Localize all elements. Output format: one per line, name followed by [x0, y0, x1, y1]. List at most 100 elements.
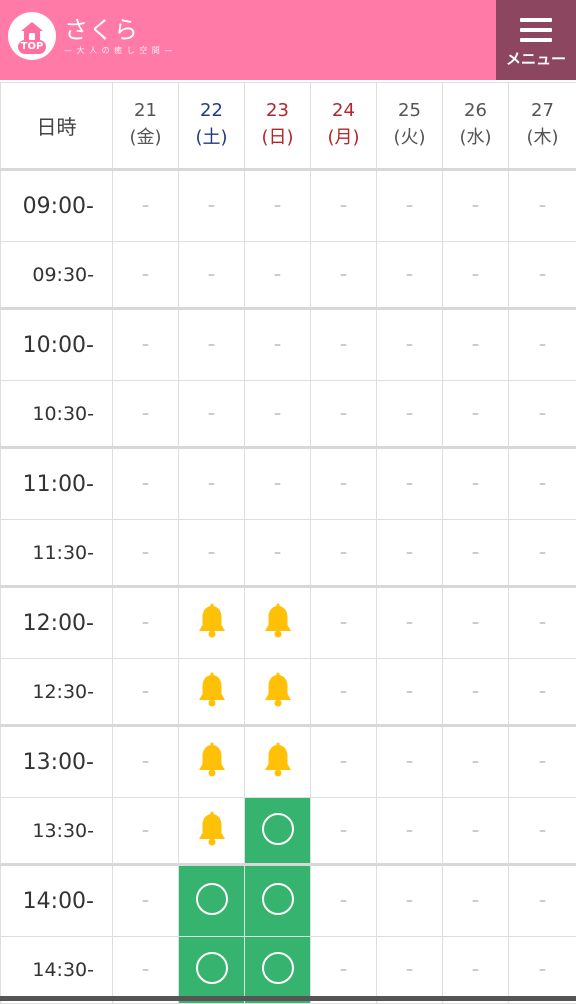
slot-bell[interactable] [179, 798, 245, 865]
day-number: 27 [509, 99, 576, 123]
day-number: 23 [245, 99, 310, 123]
slot-unavailable: – [509, 170, 576, 242]
day-number: 24 [311, 99, 376, 123]
slot-unavailable: – [509, 798, 576, 865]
slot-unavailable: – [443, 381, 509, 448]
slot-unavailable: – [311, 242, 377, 309]
time-row: 10:00-––––––– [1, 309, 576, 381]
day-weekday: (金) [113, 123, 178, 153]
slot-unavailable: – [509, 242, 576, 309]
slot-bell[interactable] [245, 587, 311, 659]
slot-unavailable: – [443, 242, 509, 309]
slot-unavailable: – [179, 520, 245, 587]
day-number: 26 [443, 99, 508, 123]
time-label: 14:30- [1, 937, 113, 1004]
app-header: TOP さくら — 大 人 の 癒 し 空 間 — メニュー [0, 0, 576, 80]
time-row: 09:00-––––––– [1, 170, 576, 242]
slot-unavailable: – [509, 726, 576, 798]
slot-unavailable: – [509, 587, 576, 659]
day-weekday: (木) [509, 123, 576, 153]
day-header-25: 25(火) [377, 83, 443, 170]
time-row: 09:30-––––––– [1, 242, 576, 309]
slot-unavailable: – [113, 798, 179, 865]
slot-unavailable: – [179, 309, 245, 381]
slot-unavailable: – [113, 381, 179, 448]
time-row: 13:30-––––– [1, 798, 576, 865]
time-row: 14:00-––––– [1, 865, 576, 937]
slot-unavailable: – [509, 520, 576, 587]
slot-unavailable: – [311, 381, 377, 448]
time-label: 14:00- [1, 865, 113, 937]
slot-unavailable: – [113, 309, 179, 381]
slot-available[interactable] [245, 937, 311, 1004]
bell-icon [195, 811, 229, 851]
slot-unavailable: – [311, 726, 377, 798]
bell-icon [195, 603, 229, 643]
slot-unavailable: – [443, 170, 509, 242]
bell-icon [261, 672, 295, 712]
slot-unavailable: – [245, 520, 311, 587]
time-label: 11:00- [1, 448, 113, 520]
slot-unavailable: – [443, 309, 509, 381]
slot-unavailable: – [377, 659, 443, 726]
slot-unavailable: – [377, 865, 443, 937]
slot-bell[interactable] [179, 659, 245, 726]
day-header-24: 24(月) [311, 83, 377, 170]
time-label: 11:30- [1, 520, 113, 587]
slot-unavailable: – [311, 798, 377, 865]
slot-unavailable: – [179, 381, 245, 448]
corner-label: 日時 [1, 83, 113, 170]
brand-tagline: — 大 人 の 癒 し 空 間 — [64, 45, 173, 56]
slot-bell[interactable] [245, 659, 311, 726]
day-header-23: 23(日) [245, 83, 311, 170]
slot-unavailable: – [443, 659, 509, 726]
slot-unavailable: – [311, 587, 377, 659]
bell-icon [195, 742, 229, 782]
slot-unavailable: – [113, 448, 179, 520]
day-header-26: 26(水) [443, 83, 509, 170]
slot-available[interactable] [245, 865, 311, 937]
circle-icon [196, 883, 228, 915]
logo[interactable]: TOP さくら — 大 人 の 癒 し 空 間 — [8, 12, 173, 60]
slot-bell[interactable] [245, 726, 311, 798]
time-row: 10:30-––––––– [1, 381, 576, 448]
day-weekday: (火) [377, 123, 442, 153]
slot-available[interactable] [245, 798, 311, 865]
slot-available[interactable] [179, 865, 245, 937]
slot-bell[interactable] [179, 587, 245, 659]
slot-bell[interactable] [179, 726, 245, 798]
slot-unavailable: – [113, 587, 179, 659]
day-header-21: 21(金) [113, 83, 179, 170]
slot-unavailable: – [443, 520, 509, 587]
time-label: 10:00- [1, 309, 113, 381]
menu-button[interactable]: メニュー [496, 0, 576, 80]
slot-unavailable: – [113, 865, 179, 937]
time-row: 12:00-––––– [1, 587, 576, 659]
slot-unavailable: – [509, 865, 576, 937]
slot-available[interactable] [179, 937, 245, 1004]
day-weekday: (土) [179, 123, 244, 153]
circle-icon [262, 813, 294, 845]
circle-icon [196, 952, 228, 984]
slot-unavailable: – [311, 170, 377, 242]
slot-unavailable: – [377, 242, 443, 309]
slot-unavailable: – [113, 520, 179, 587]
slot-unavailable: – [245, 170, 311, 242]
bell-icon [261, 742, 295, 782]
time-row: 11:30-––––––– [1, 520, 576, 587]
circle-icon [262, 952, 294, 984]
slot-unavailable: – [377, 170, 443, 242]
slot-unavailable: – [377, 726, 443, 798]
time-row: 11:00-––––––– [1, 448, 576, 520]
schedule-table: 日時 21(金)22(土)23(日)24(月)25(火)26(水)27(木) 0… [0, 82, 576, 1004]
time-label: 12:00- [1, 587, 113, 659]
top-home-button[interactable]: TOP [8, 12, 56, 60]
day-header-22: 22(土) [179, 83, 245, 170]
time-label: 13:00- [1, 726, 113, 798]
time-row: 14:30-––––– [1, 937, 576, 1004]
day-number: 22 [179, 99, 244, 123]
day-weekday: (日) [245, 123, 310, 153]
time-label: 12:30- [1, 659, 113, 726]
slot-unavailable: – [179, 170, 245, 242]
slot-unavailable: – [311, 309, 377, 381]
